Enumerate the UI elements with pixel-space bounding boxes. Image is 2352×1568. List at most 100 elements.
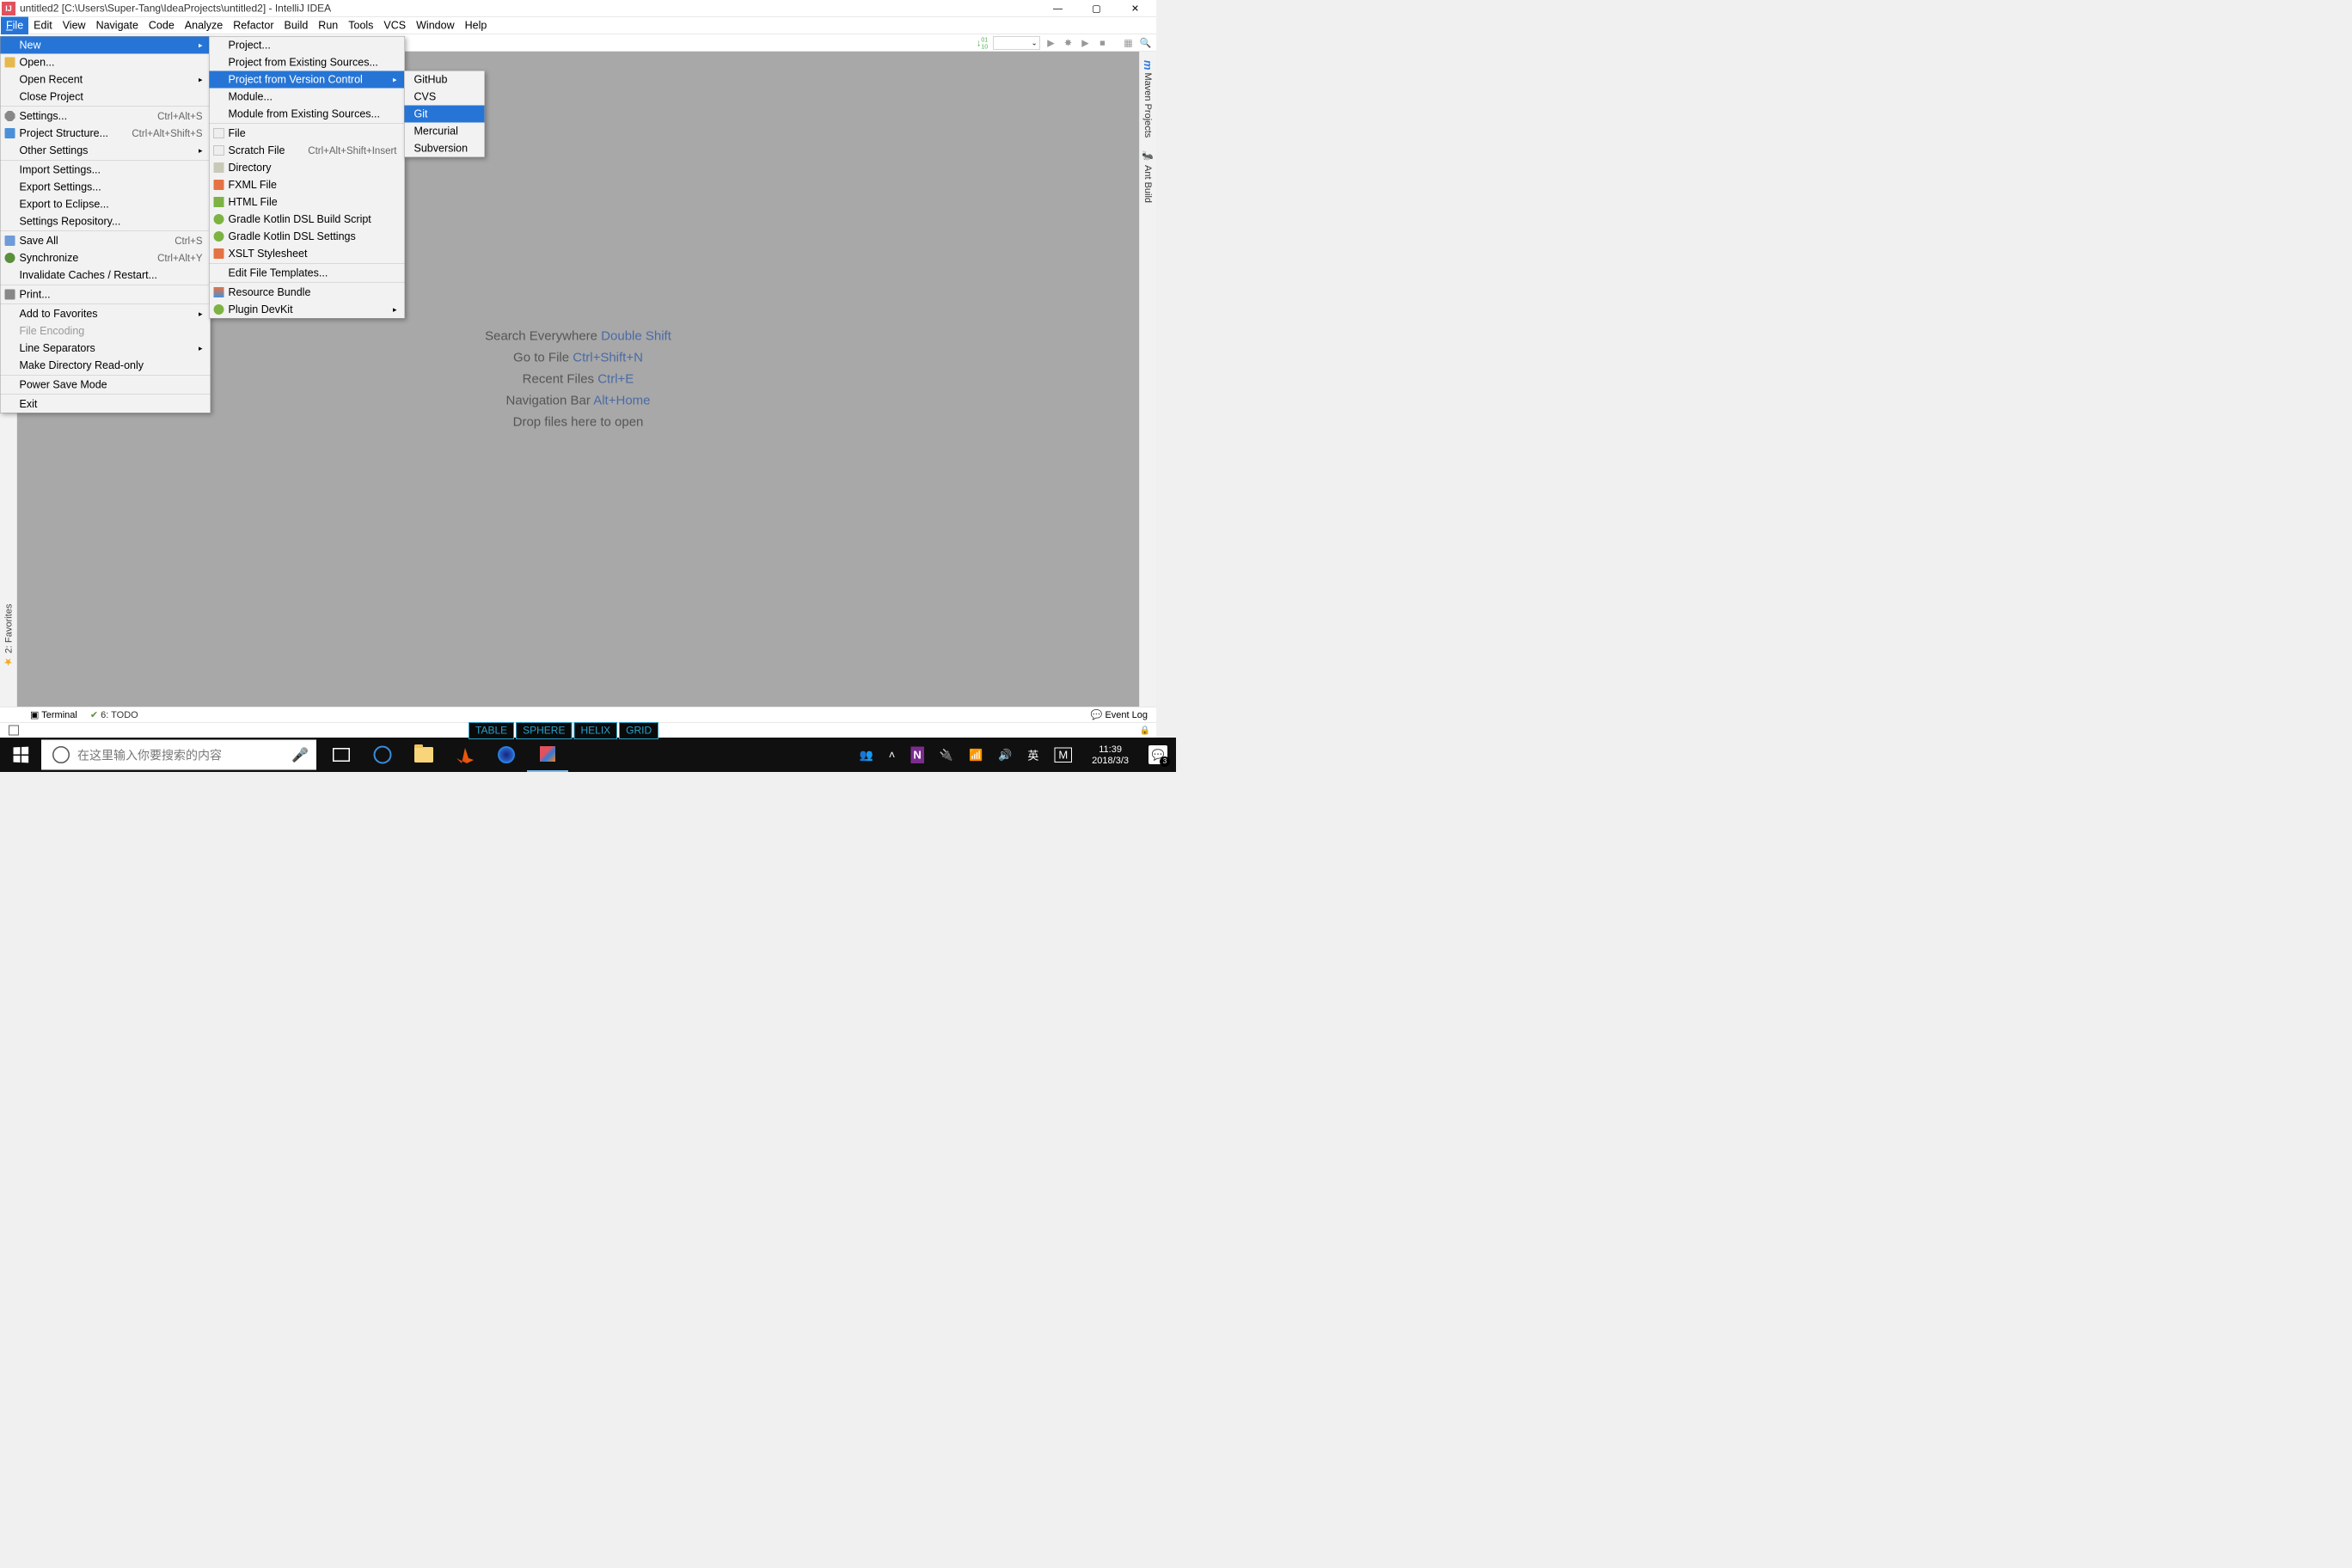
minimize-button[interactable]: — xyxy=(1038,0,1077,17)
tray-chevron-icon[interactable]: ˄ xyxy=(889,748,896,762)
gradle-icon xyxy=(214,214,224,224)
wifi-icon[interactable]: 📶 xyxy=(969,748,983,762)
cortana-search[interactable]: 在这里输入你要搜索的内容 🎤 xyxy=(41,740,316,770)
close-button[interactable]: ✕ xyxy=(1116,0,1155,17)
tool-window-toggle-icon[interactable] xyxy=(9,725,19,735)
file-make-readonly[interactable]: Make Directory Read-only xyxy=(1,357,211,374)
vc-menu-dropdown: GitHub CVS Git Mercurial Subversion xyxy=(404,70,485,157)
menu-build[interactable]: Build xyxy=(279,17,314,35)
file-close-project[interactable]: Close Project xyxy=(1,89,211,106)
coverage-icon[interactable]: ▶ xyxy=(1079,36,1092,49)
menu-navigate[interactable]: Navigate xyxy=(91,17,144,35)
file-synchronize[interactable]: SynchronizeCtrl+Alt+Y xyxy=(1,249,211,266)
vc-github[interactable]: GitHub xyxy=(405,71,485,89)
file-open-recent[interactable]: Open Recent▸ xyxy=(1,71,211,89)
run-icon[interactable]: ▶ xyxy=(1044,36,1057,49)
new-directory[interactable]: Directory xyxy=(210,159,405,176)
new-html[interactable]: HTML File xyxy=(210,193,405,211)
menu-refactor[interactable]: Refactor xyxy=(228,17,279,35)
file-invalidate[interactable]: Invalidate Caches / Restart... xyxy=(1,266,211,284)
new-project-existing[interactable]: Project from Existing Sources... xyxy=(210,54,405,71)
make-icon[interactable]: ↓0110 xyxy=(976,36,989,49)
ant-tab[interactable]: 🐜Ant Build xyxy=(1142,150,1154,202)
menu-run[interactable]: Run xyxy=(313,17,343,35)
start-button[interactable] xyxy=(0,738,41,772)
menu-window[interactable]: Window xyxy=(411,17,459,35)
clock[interactable]: 11:39 2018/3/3 xyxy=(1092,744,1129,766)
new-scratch[interactable]: Scratch FileCtrl+Alt+Shift+Insert xyxy=(210,142,405,159)
tab-sphere[interactable]: SPHERE xyxy=(516,722,572,739)
terminal-tab[interactable]: ▣ Terminal xyxy=(30,709,77,720)
file-export-eclipse[interactable]: Export to Eclipse... xyxy=(1,196,211,213)
file-open[interactable]: Open... xyxy=(1,54,211,71)
debug-icon[interactable]: ✸ xyxy=(1062,36,1075,49)
vc-mercurial[interactable]: Mercurial xyxy=(405,123,485,140)
maximize-button[interactable]: ▢ xyxy=(1077,0,1116,17)
task-view-icon[interactable] xyxy=(321,738,362,772)
maven-tab[interactable]: mMaven Projects xyxy=(1142,60,1155,138)
notification-icon[interactable]: 💬3 xyxy=(1148,745,1167,764)
volume-icon[interactable]: 🔊 xyxy=(998,748,1012,762)
file-add-favorites[interactable]: Add to Favorites▸ xyxy=(1,305,211,322)
menu-help[interactable]: Help xyxy=(460,17,493,35)
lock-icon[interactable]: 🔒 xyxy=(1140,725,1150,736)
menu-edit[interactable]: Edit xyxy=(28,17,58,35)
new-module-existing[interactable]: Module from Existing Sources... xyxy=(210,106,405,123)
menu-file[interactable]: File xyxy=(1,17,28,35)
new-edit-templates[interactable]: Edit File Templates... xyxy=(210,265,405,282)
menu-view[interactable]: View xyxy=(58,17,91,35)
menu-code[interactable]: Code xyxy=(144,17,180,35)
new-gradle-build[interactable]: Gradle Kotlin DSL Build Script xyxy=(210,211,405,228)
people-icon[interactable]: 👥 xyxy=(860,748,873,762)
power-icon[interactable]: 🔌 xyxy=(940,748,953,762)
search-icon[interactable]: 🔍 xyxy=(1139,36,1152,49)
new-module[interactable]: Module... xyxy=(210,89,405,106)
tab-helix[interactable]: HELIX xyxy=(573,722,617,739)
vc-subversion[interactable]: Subversion xyxy=(405,140,485,157)
menu-vcs[interactable]: VCS xyxy=(378,17,411,35)
file-export-settings[interactable]: Export Settings... xyxy=(1,179,211,196)
file-other-settings[interactable]: Other Settings▸ xyxy=(1,142,211,159)
menu-analyze[interactable]: Analyze xyxy=(180,17,228,35)
matlab-icon[interactable] xyxy=(444,738,486,772)
tab-table[interactable]: TABLE xyxy=(469,722,514,739)
vc-git[interactable]: Git xyxy=(405,106,485,123)
file-print[interactable]: Print... xyxy=(1,286,211,303)
new-gradle-settings[interactable]: Gradle Kotlin DSL Settings xyxy=(210,228,405,245)
file-power-save[interactable]: Power Save Mode xyxy=(1,377,211,394)
groove-icon[interactable] xyxy=(486,738,527,772)
new-xslt[interactable]: XSLT Stylesheet xyxy=(210,245,405,262)
file-import-settings[interactable]: Import Settings... xyxy=(1,162,211,179)
vc-cvs[interactable]: CVS xyxy=(405,89,485,106)
run-config-combo[interactable]: ⌄ xyxy=(993,36,1040,49)
ime-lang[interactable]: 英 xyxy=(1027,747,1038,763)
file-save-all[interactable]: Save AllCtrl+S xyxy=(1,232,211,249)
new-project[interactable]: Project... xyxy=(210,37,405,54)
new-file[interactable]: File xyxy=(210,125,405,142)
new-resource-bundle[interactable]: Resource Bundle xyxy=(210,284,405,301)
explorer-icon[interactable] xyxy=(403,738,444,772)
tab-grid[interactable]: GRID xyxy=(619,722,658,739)
intellij-task-icon[interactable] xyxy=(527,738,568,772)
project-structure-icon[interactable]: ▦ xyxy=(1122,36,1135,49)
todo-tab[interactable]: ✔ 6: TODO xyxy=(90,709,138,720)
titlebar: IJ untitled2 [C:\Users\Super-Tang\IdeaPr… xyxy=(0,0,1156,17)
favorites-tab[interactable]: ★ 2: Favorites xyxy=(0,600,17,672)
edge-icon[interactable] xyxy=(362,738,403,772)
menu-tools[interactable]: Tools xyxy=(343,17,378,35)
event-log-tab[interactable]: 💬 Event Log xyxy=(1091,709,1148,720)
onenote-tray-icon[interactable]: N xyxy=(910,746,923,763)
ime-mode[interactable]: M xyxy=(1054,747,1072,763)
file-line-separators[interactable]: Line Separators▸ xyxy=(1,340,211,357)
new-fxml[interactable]: FXML File xyxy=(210,176,405,193)
stop-icon[interactable]: ■ xyxy=(1096,36,1109,49)
file-project-structure[interactable]: Project Structure...Ctrl+Alt+Shift+S xyxy=(1,125,211,142)
file-new[interactable]: New▸ xyxy=(1,37,211,54)
file-settings[interactable]: Settings...Ctrl+Alt+S xyxy=(1,107,211,125)
mic-icon[interactable]: 🎤 xyxy=(291,747,309,763)
app-tabs: TABLE SPHERE HELIX GRID xyxy=(469,722,658,739)
file-settings-repo[interactable]: Settings Repository... xyxy=(1,213,211,230)
file-exit[interactable]: Exit xyxy=(1,395,211,413)
new-project-vc[interactable]: Project from Version Control▸ xyxy=(210,71,405,89)
new-plugin-devkit[interactable]: Plugin DevKit▸ xyxy=(210,301,405,318)
